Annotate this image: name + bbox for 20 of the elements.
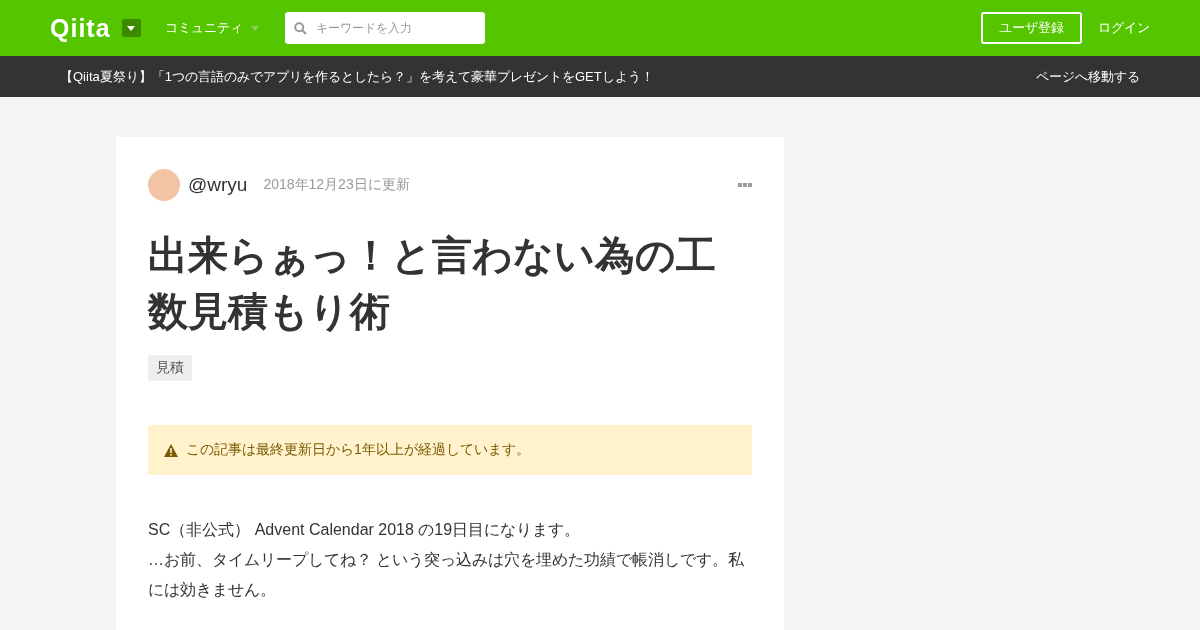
body-paragraph: SC（非公式） Advent Calendar 2018 の19日目になります。 [148, 520, 582, 540]
author-link[interactable]: @wryu [188, 174, 248, 196]
caret-icon [127, 25, 136, 31]
avatar[interactable] [148, 169, 180, 201]
notice-text: この記事は最終更新日から1年以上が経過しています。 [186, 441, 530, 459]
banner-link[interactable]: ページへ移動する [1036, 67, 1140, 86]
body-paragraph: …お前、タイムリープしてね？ という突っ込みは穴を埋めた功績で帳消しです。私には効きません。 [148, 550, 746, 600]
search-field[interactable]: キーワードを入力 [284, 12, 485, 44]
more-icon[interactable] [738, 183, 752, 187]
login-link[interactable]: ログイン [1098, 19, 1150, 37]
tag[interactable]: 見積 [148, 355, 192, 381]
caret-icon [250, 25, 259, 31]
warning-icon [164, 443, 178, 457]
article-title: 出来らぁっ！と言わない為の工数見積もり術 [148, 232, 717, 335]
updated-date: 2018年12月23日に更新 [263, 176, 410, 194]
community-menu[interactable]: コミュニティ [164, 19, 259, 37]
signup-button[interactable]: ユーザ登録 [981, 12, 1082, 44]
logo[interactable]: Qiita [50, 13, 111, 43]
dropdown-button[interactable] [121, 19, 141, 37]
banner-text: 【Qiita夏祭り】「1つの言語のみでアプリを作るとしたら？」を考えて豪華プレゼントをGETしよう！ [60, 67, 654, 86]
